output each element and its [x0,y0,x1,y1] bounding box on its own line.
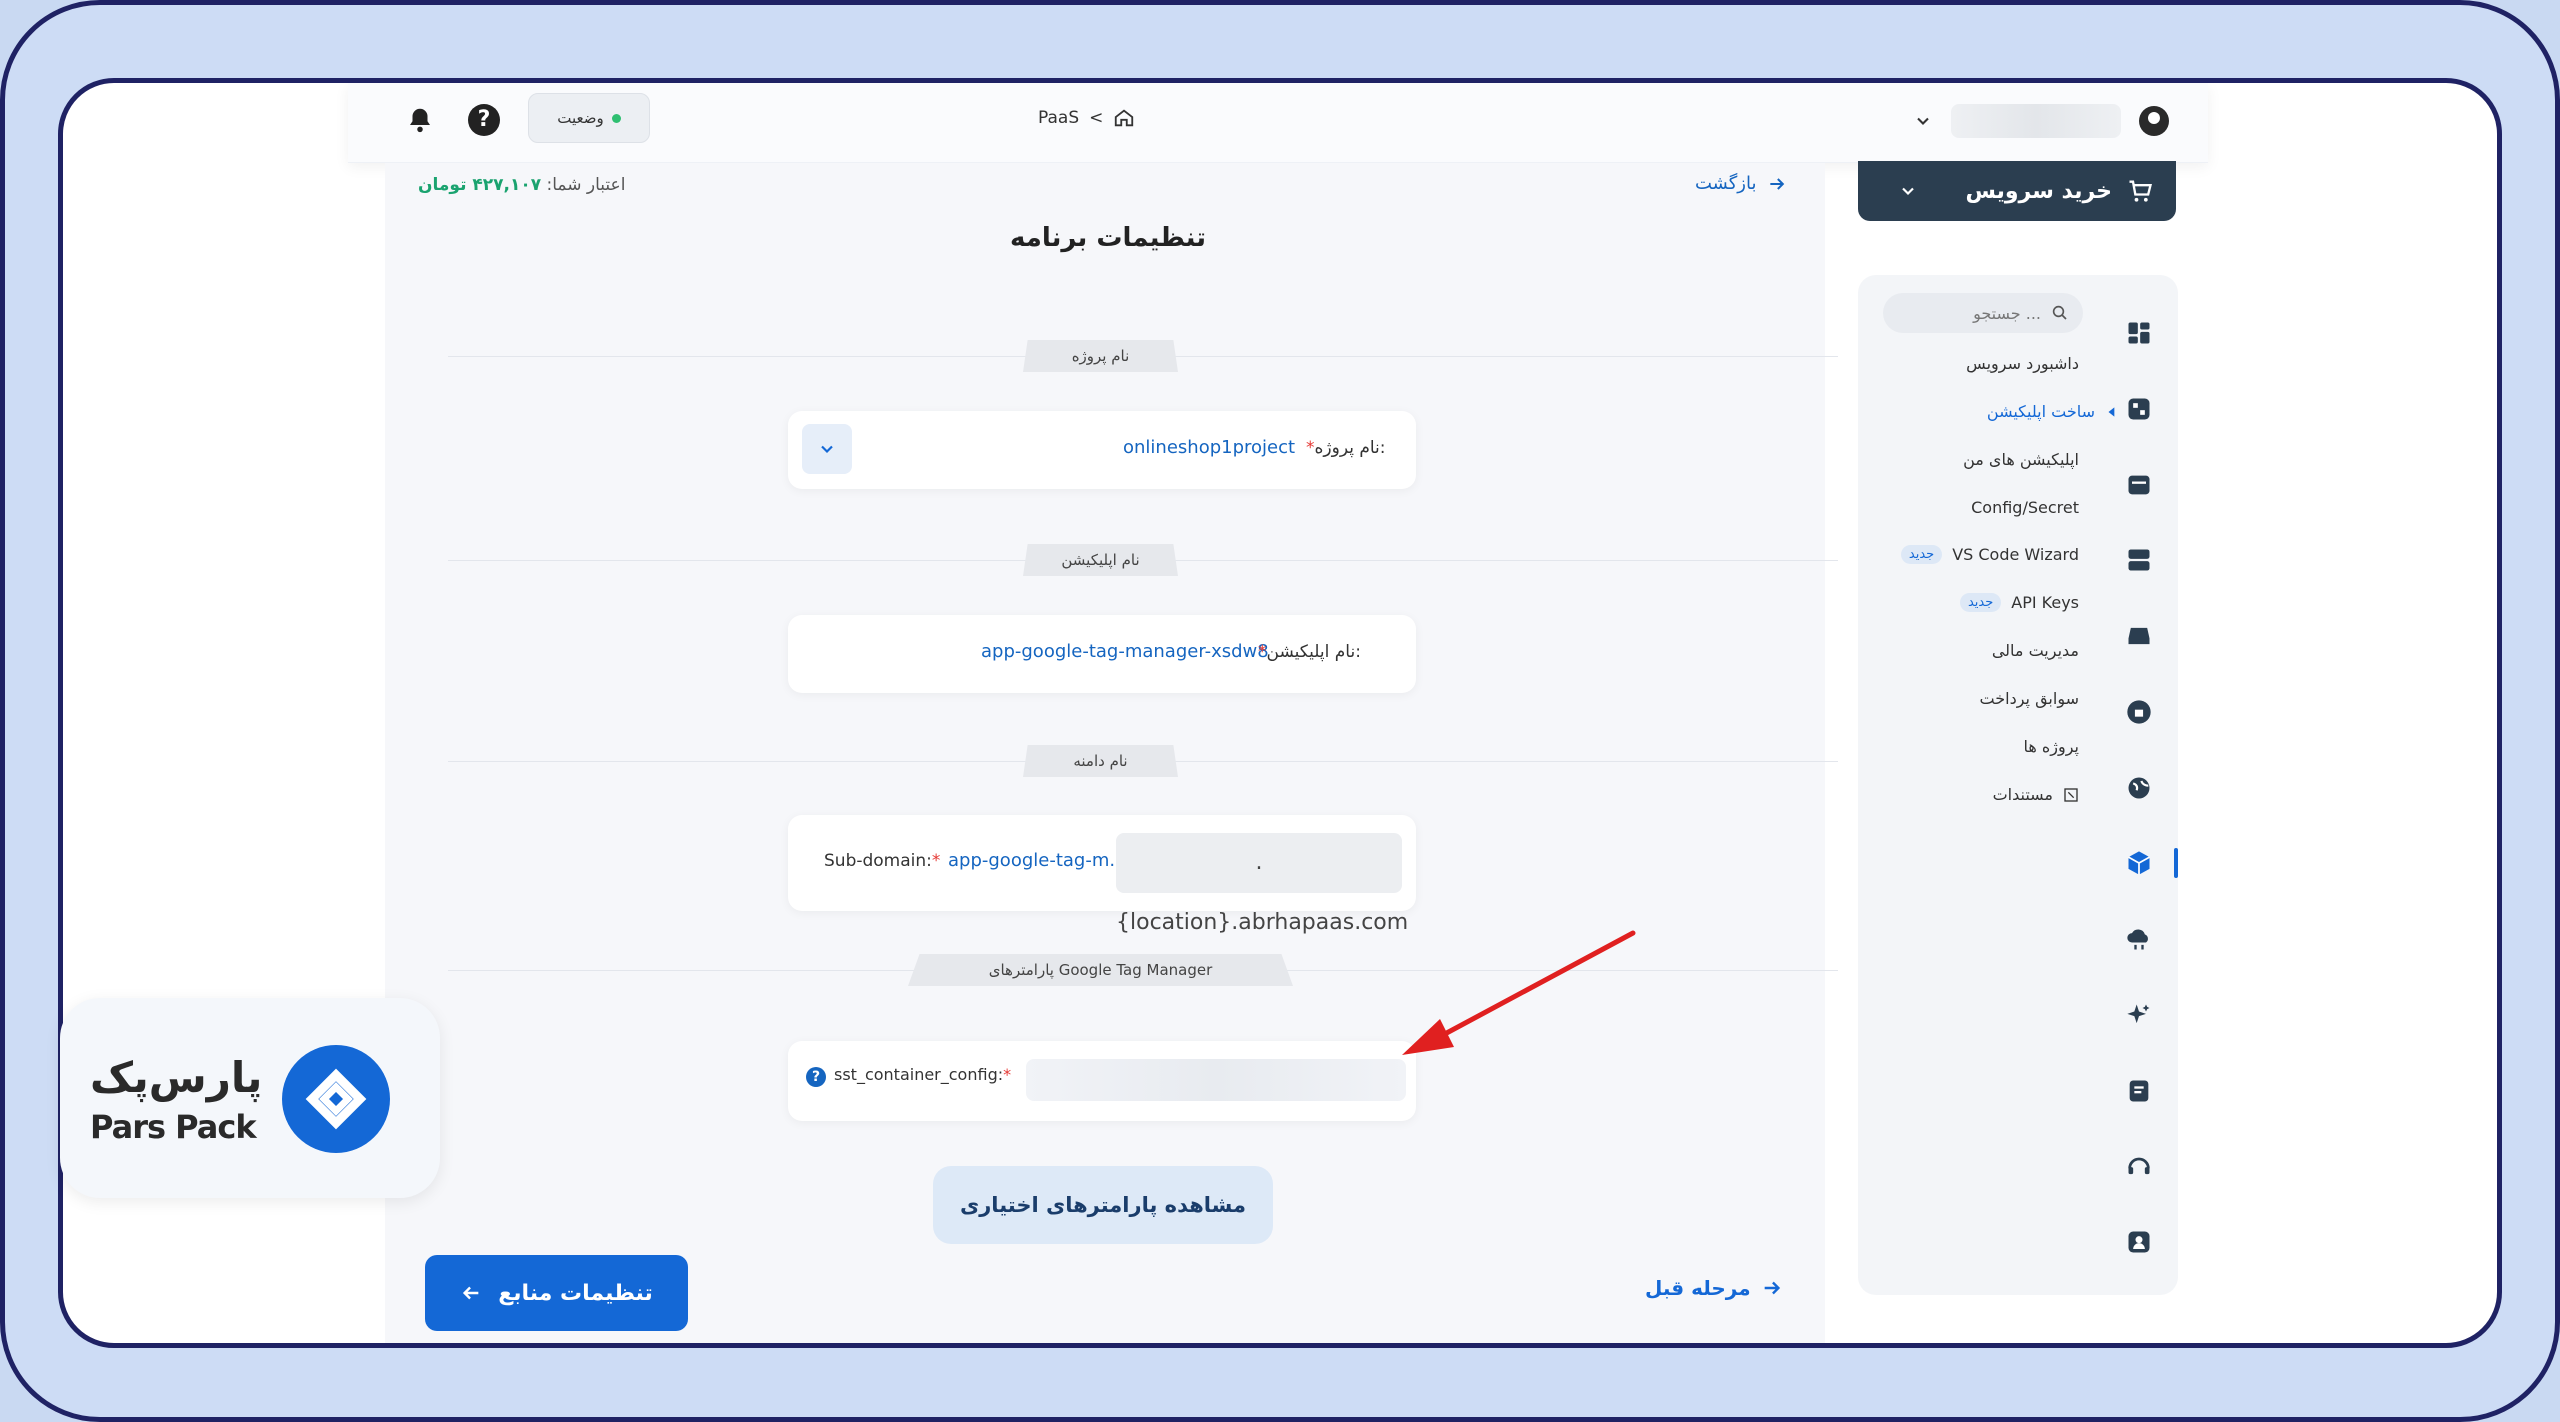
logo-text-en: Pars Pack [90,1108,257,1146]
credit-label: اعتبار شما: [546,175,626,195]
app-field-label: *نام اپلیکیشن: [1258,642,1361,662]
chevron-down-icon[interactable] [1913,111,1933,131]
bell-icon[interactable] [405,105,435,135]
sidebar-item-projects[interactable]: پروژه ها [2023,737,2079,756]
prev-label: مرحله قبل [1645,1276,1751,1300]
storage-icon[interactable] [2125,622,2153,650]
search-icon [2052,305,2067,320]
section-title-app: نام اپلیکیشن [1023,544,1178,576]
chevron-down-icon [1902,187,1914,196]
new-badge: جدید [1959,593,2002,612]
prev-button[interactable]: مرحله قبل [1645,1276,1783,1300]
sidebar-item-api-keys[interactable]: جدید API Keys [1959,593,2079,612]
dashboard-icon[interactable] [2125,319,2153,347]
sidebar-item-config-secret[interactable]: Config/Secret [1971,498,2079,517]
arrow-right-icon [1764,1281,1780,1295]
cloud-transfer-icon[interactable] [2125,925,2153,953]
active-indicator [2174,848,2178,878]
status-label: وضعیت [557,109,604,127]
arrow-right-icon [1769,177,1784,190]
sparkle-icon[interactable] [2125,1001,2153,1029]
logo-text-fa: پارس‌پک [90,1053,263,1102]
breadcrumb: PaaS < [1038,107,1135,129]
back-link[interactable]: بازگشت [1695,173,1787,194]
caret-left-icon [2108,406,2115,417]
domain-suffix: .{location}.abrhapaas.com [1116,833,1408,935]
sidebar-item-create-app[interactable]: ساخت اپلیکیشن [1987,402,2119,421]
gtm-card: ? sst_container_config:* [788,1041,1416,1121]
search-placeholder: جستجو ... [1973,303,2041,323]
lock-icon[interactable] [2125,698,2153,726]
headset-icon[interactable] [2125,1152,2153,1180]
app-card: app-google-tag-manager-xsdw8 *نام اپلیکی… [788,615,1416,693]
back-label: بازگشت [1695,173,1757,194]
page-title: تنظیمات برنامه [1009,223,1206,253]
project-dropdown-button[interactable] [802,424,852,474]
annotation-arrow-icon [1402,930,1636,1055]
logo-mark-icon [282,1045,390,1153]
buy-service-label: خرید سرویس [1965,178,2112,204]
section-title-project: نام پروژه [1023,340,1178,372]
sidebar-item-docs[interactable]: مستندات [1993,785,2079,804]
sidebar-search-input[interactable]: جستجو ... [1883,293,2083,333]
username-redacted [1951,104,2121,138]
parspack-logo: پارس‌پک Pars Pack [60,998,440,1198]
app-name-input[interactable]: app-google-tag-manager-xsdw8 [981,641,1269,662]
apps-icon[interactable] [2125,395,2153,423]
project-card: onlineshop1project *نام پروژه: [788,411,1416,489]
sidebar-item-dashboard[interactable]: داشبورد سرویس [1966,354,2079,373]
section-title-gtm: پارامترهای Google Tag Manager [908,954,1293,986]
chevron-down-icon [821,445,833,454]
sst-container-config-input[interactable] [1026,1059,1406,1101]
avatar[interactable] [2139,106,2169,136]
gtm-field-label: sst_container_config:* [834,1065,1012,1084]
profile-card-icon[interactable] [2125,1228,2153,1256]
help-icon[interactable]: ? [468,104,500,136]
cube-icon[interactable] [2125,849,2153,877]
next-label: تنظیمات منابع [498,1280,653,1306]
user-menu[interactable] [1913,101,2173,141]
home-icon[interactable] [1113,107,1135,129]
sidebar-item-vscode-wizard[interactable]: جدید VS Code Wizard [1900,545,2079,564]
globe-icon[interactable] [2125,774,2153,802]
optional-params-button[interactable]: مشاهده پارامترهای اختیاری [933,1166,1273,1244]
buy-service-button[interactable]: خرید سرویس [1858,161,2176,221]
project-select[interactable]: onlineshop1project [1123,437,1295,458]
database-icon[interactable] [2125,546,2153,574]
sidebar-item-payments[interactable]: سوابق پرداخت [1980,689,2079,708]
sidebar-item-my-apps[interactable]: اپلیکیشن های من [1963,450,2079,469]
domain-card: Sub-domain:* app-google-tag-m... .{locat… [788,815,1416,935]
server-icon[interactable] [2125,471,2153,499]
credit-amount: ۴۲۷,۱۰۷ تومان [418,175,542,195]
arrow-left-icon [463,1286,479,1300]
project-field-label: *نام پروژه: [1306,438,1386,458]
section-title-domain: نام دامنه [1023,745,1178,777]
status-button[interactable]: وضعیت [528,93,650,143]
breadcrumb-separator: < [1089,108,1104,128]
cart-icon [2129,180,2152,202]
subdomain-input[interactable]: app-google-tag-m... [948,850,1127,871]
next-button[interactable]: تنظیمات منابع [425,1255,688,1331]
external-link-icon [2064,787,2078,802]
credit-info: اعتبار شما: ۴۲۷,۱۰۷ تومان [418,175,625,195]
subdomain-field-label: Sub-domain:* [824,851,941,871]
breadcrumb-paas[interactable]: PaaS [1038,108,1079,128]
sidebar-item-finance[interactable]: مدیریت مالی [1992,641,2079,660]
document-icon[interactable] [2125,1077,2153,1105]
status-dot-icon [611,113,621,123]
info-icon[interactable]: ? [806,1067,826,1087]
new-badge: جدید [1900,545,1943,564]
